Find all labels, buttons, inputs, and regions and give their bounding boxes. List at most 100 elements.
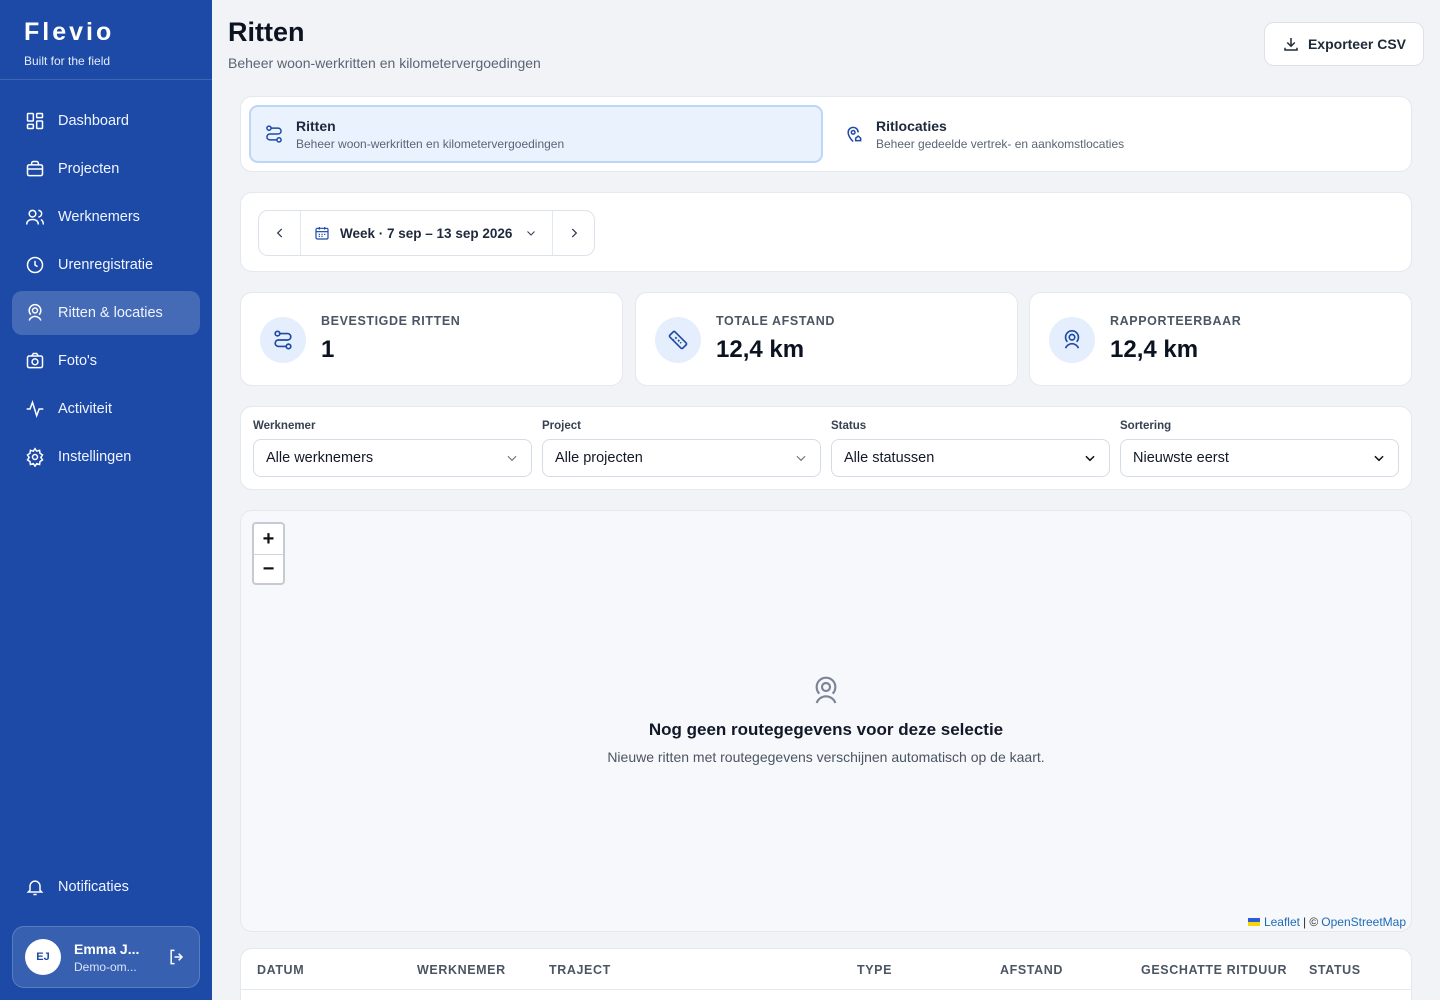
camera-icon: [26, 352, 44, 369]
status-select[interactable]: Alle statussen: [831, 439, 1110, 477]
stat-label: TOTALE AFSTAND: [716, 314, 836, 328]
week-label: Week · 7 sep – 13 sep 2026: [340, 225, 513, 241]
sidebar-item-label: Projecten: [58, 161, 120, 177]
stat-value: 12,4 km: [716, 336, 805, 363]
chevron-down-icon: [1374, 455, 1384, 462]
sidebar-item-urenregistratie[interactable]: Urenregistratie: [12, 243, 200, 287]
sidebar-item-notificaties[interactable]: Notificaties: [12, 865, 200, 909]
user-card[interactable]: EJ Emma J... Demo-om...: [12, 926, 200, 988]
sidebar: Flevio Built for the field Dashboard Pro…: [0, 0, 212, 1000]
route-icon: [274, 330, 292, 350]
map-attribution: Leaflet | © OpenStreetMap: [1247, 915, 1406, 929]
select-value: Alle werknemers: [266, 450, 374, 466]
tab-text: Ritlocaties Beheer gedeelde vertrek- en …: [876, 118, 1124, 151]
briefcase-icon: [26, 160, 44, 177]
export-csv-label: Exporteer CSV: [1307, 36, 1407, 52]
column-header-type[interactable]: TYPE: [857, 963, 892, 977]
sidebar-nav: Dashboard Projecten Werknemers Urenregis…: [12, 99, 200, 483]
stat-icon-badge: [1049, 317, 1095, 363]
filter-label: Status: [831, 420, 867, 432]
empty-state-subtitle: Nieuwe ritten met routegegevens verschij…: [607, 749, 1045, 765]
sidebar-item-werknemers[interactable]: Werknemers: [12, 195, 200, 239]
page-subtitle: Beheer woon-werkritten en kilometervergo…: [228, 55, 541, 71]
ukraine-flag-icon: [1247, 918, 1260, 926]
leaflet-link[interactable]: Leaflet: [1264, 915, 1300, 929]
tab-description: Beheer woon-werkritten en kilometervergo…: [296, 136, 565, 151]
sidebar-item-fotos[interactable]: Foto's: [12, 339, 200, 383]
project-select[interactable]: Alle projecten: [542, 439, 821, 477]
zoom-in-button[interactable]: +: [254, 524, 283, 554]
next-week-button[interactable]: [553, 211, 594, 255]
sidebar-item-label: Instellingen: [58, 449, 132, 465]
filter-label: Project: [542, 420, 581, 432]
column-header-geschatte-ritduur[interactable]: GESCHATTE RITDUUR: [1141, 963, 1287, 977]
map-pin-user-icon: [28, 303, 42, 321]
filter-werknemer: Werknemer Alle werknemers: [253, 420, 532, 477]
clock-icon: [26, 256, 44, 274]
sidebar-item-projecten[interactable]: Projecten: [12, 147, 200, 191]
stat-value: 12,4 km: [1110, 336, 1199, 363]
column-header-traject[interactable]: TRAJECT: [549, 963, 611, 977]
filter-label: Sortering: [1120, 420, 1172, 432]
sortering-select[interactable]: Nieuwste eerst: [1120, 439, 1399, 477]
map-panel[interactable]: + − Nog geen routegegevens voor deze sel…: [240, 510, 1412, 932]
tab-ritten[interactable]: Ritten Beheer woon-werkritten en kilomet…: [249, 105, 823, 163]
attribution-separator: | ©: [1302, 915, 1319, 929]
grid-icon: [26, 112, 44, 130]
column-header-status[interactable]: STATUS: [1309, 963, 1361, 977]
tab-label: Ritten: [296, 117, 336, 134]
sidebar-item-instellingen[interactable]: Instellingen: [12, 435, 200, 479]
column-header-afstand[interactable]: AFSTAND: [1000, 963, 1063, 977]
page-title: Ritten: [228, 17, 305, 47]
tab-ritlocaties[interactable]: Ritlocaties Beheer gedeelde vertrek- en …: [831, 105, 1405, 163]
sidebar-item-label: Ritten & locaties: [58, 305, 163, 321]
stat-label: RAPPORTEERBAAR: [1110, 314, 1242, 328]
calendar-icon: [315, 227, 329, 240]
ruler-icon: [668, 330, 688, 350]
logout-icon[interactable]: [167, 947, 187, 967]
sidebar-item-label: Werknemers: [58, 209, 140, 225]
week-picker: Week · 7 sep – 13 sep 2026: [258, 210, 595, 256]
brand: Flevio Built for the field: [0, 0, 212, 80]
table-header: DATUM WERKNEMER TRAJECT TYPE AFSTAND GES…: [241, 949, 1411, 990]
sidebar-item-label: Notificaties: [58, 879, 129, 895]
stat-bevestigde-ritten: BEVESTIGDE RITTEN 1: [240, 292, 623, 386]
chevron-down-icon: [796, 455, 806, 462]
stat-icon-badge: [260, 317, 306, 363]
openstreetmap-link[interactable]: OpenStreetMap: [1321, 915, 1406, 929]
map-empty-state: Nog geen routegegevens voor deze selecti…: [241, 675, 1411, 765]
avatar: EJ: [25, 939, 61, 975]
column-header-datum[interactable]: DATUM: [257, 963, 304, 977]
export-csv-button[interactable]: Exporteer CSV: [1264, 22, 1424, 66]
filter-project: Project Alle projecten: [542, 420, 821, 477]
zoom-out-button[interactable]: −: [254, 554, 283, 584]
map-pin-user-icon: [1064, 330, 1080, 349]
sidebar-item-ritten-locaties[interactable]: Ritten & locaties: [12, 291, 200, 335]
filter-status: Status Alle statussen: [831, 420, 1110, 477]
map-pin-home-icon: [847, 126, 862, 143]
filter-sortering: Sortering Nieuwste eerst: [1120, 420, 1399, 477]
week-select[interactable]: Week · 7 sep – 13 sep 2026: [300, 211, 553, 255]
download-icon: [1284, 38, 1298, 51]
week-card: Week · 7 sep – 13 sep 2026: [240, 192, 1412, 272]
werknemer-select[interactable]: Alle werknemers: [253, 439, 532, 477]
user-organization: Demo-om...: [74, 959, 137, 974]
sidebar-item-dashboard[interactable]: Dashboard: [12, 99, 200, 143]
gear-icon: [26, 447, 44, 467]
route-icon: [266, 125, 282, 143]
stat-rapporteerbaar: RAPPORTEERBAAR 12,4 km: [1029, 292, 1412, 386]
tab-text: Ritten Beheer woon-werkritten en kilomet…: [296, 118, 564, 151]
previous-week-button[interactable]: [259, 211, 300, 255]
column-header-werknemer[interactable]: WERKNEMER: [417, 963, 506, 977]
sidebar-item-label: Foto's: [58, 353, 98, 369]
activity-icon: [26, 400, 44, 418]
map-pin-user-icon: [815, 676, 837, 704]
filter-label: Werknemer: [253, 420, 316, 432]
stat-totale-afstand: TOTALE AFSTAND 12,4 km: [635, 292, 1018, 386]
brand-logo[interactable]: Flevio: [24, 18, 188, 46]
chevron-down-icon: [507, 455, 517, 462]
sidebar-item-activiteit[interactable]: Activiteit: [12, 387, 200, 431]
stat-value: 1: [321, 336, 335, 363]
stat-label: BEVESTIGDE RITTEN: [321, 314, 461, 328]
chevron-down-icon: [527, 231, 536, 236]
